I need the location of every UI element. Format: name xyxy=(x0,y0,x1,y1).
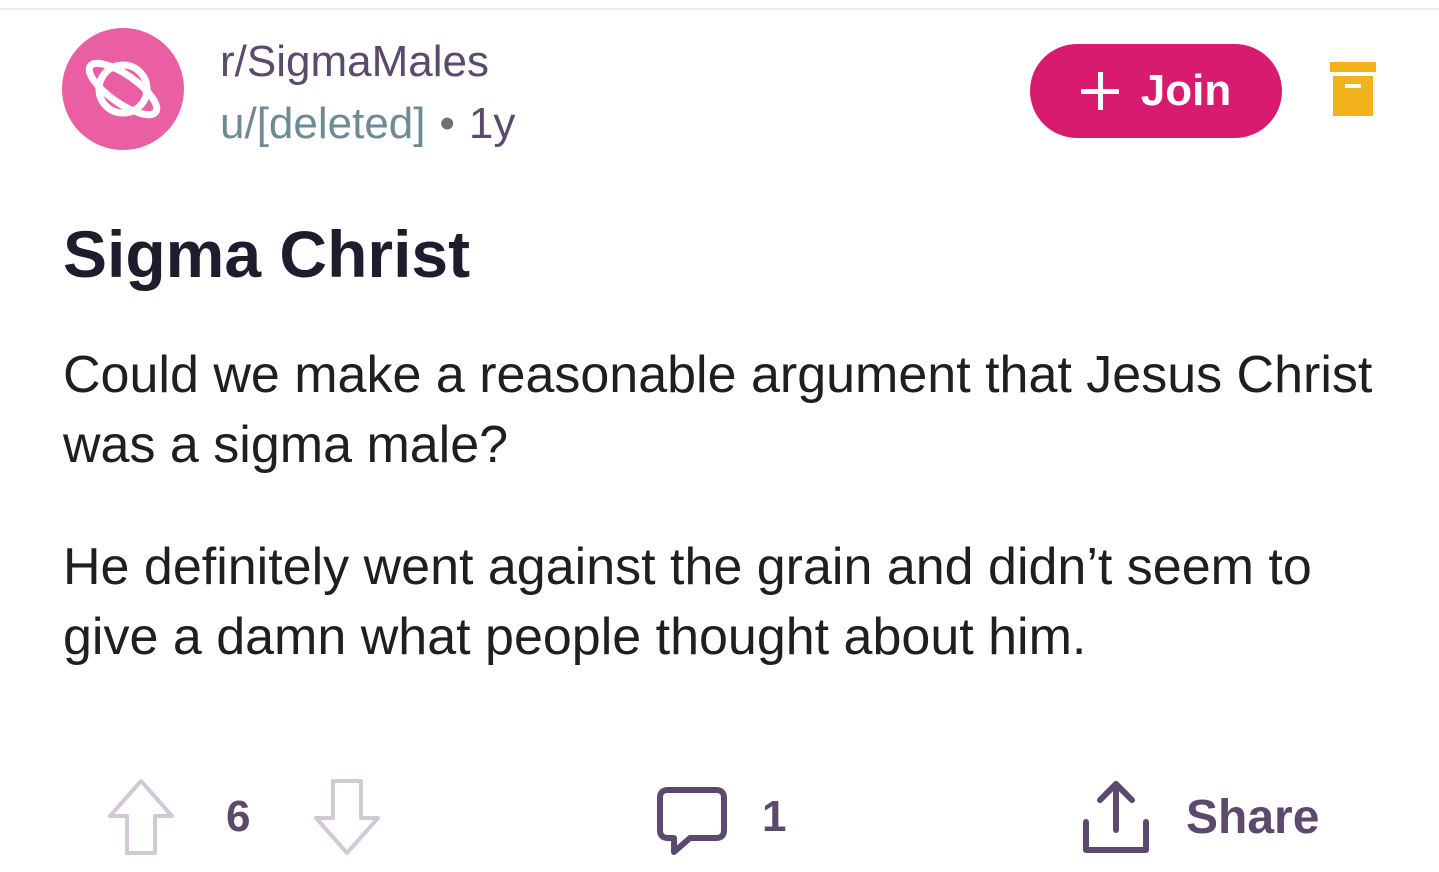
post-title[interactable]: Sigma Christ xyxy=(63,214,470,294)
comment-button[interactable] xyxy=(654,784,730,860)
subreddit-name[interactable]: r/SigmaMales xyxy=(220,36,515,88)
planet-icon xyxy=(85,59,161,119)
share-label: Share xyxy=(1186,790,1320,844)
upvote-button[interactable] xyxy=(104,776,178,858)
join-label: Join xyxy=(1140,66,1232,115)
post-actions: 6 1 Share xyxy=(0,770,1439,870)
post-body-paragraph: Could we make a reasonable argument that… xyxy=(63,346,1373,474)
post-body-paragraph: He definitely went against the grain and… xyxy=(63,538,1312,666)
vote-count: 6 xyxy=(226,792,250,842)
top-divider xyxy=(0,8,1439,10)
subreddit-avatar[interactable] xyxy=(62,28,184,150)
comment-count: 1 xyxy=(762,792,786,842)
post-header: r/SigmaMales u/[deleted] • 1y Join xyxy=(62,28,1392,158)
downvote-button[interactable] xyxy=(310,776,384,858)
post-age: 1y xyxy=(468,99,516,148)
downvote-arrow-icon xyxy=(314,779,380,855)
post-meta: r/SigmaMales u/[deleted] • 1y xyxy=(220,36,515,150)
upvote-arrow-icon xyxy=(108,779,174,855)
meta-separator: • xyxy=(439,99,455,148)
share-button[interactable]: Share xyxy=(1080,778,1319,856)
author-line: u/[deleted] • 1y xyxy=(220,98,515,150)
author-name[interactable]: u/[deleted] xyxy=(220,99,426,148)
vote-count-value: 6 xyxy=(226,792,251,841)
comment-bubble-icon xyxy=(657,787,727,855)
join-button[interactable]: Join xyxy=(1030,44,1282,138)
share-icon xyxy=(1083,781,1149,853)
plus-icon xyxy=(1080,72,1119,110)
archive-icon[interactable] xyxy=(1330,62,1376,118)
comment-count-value: 1 xyxy=(762,792,787,841)
